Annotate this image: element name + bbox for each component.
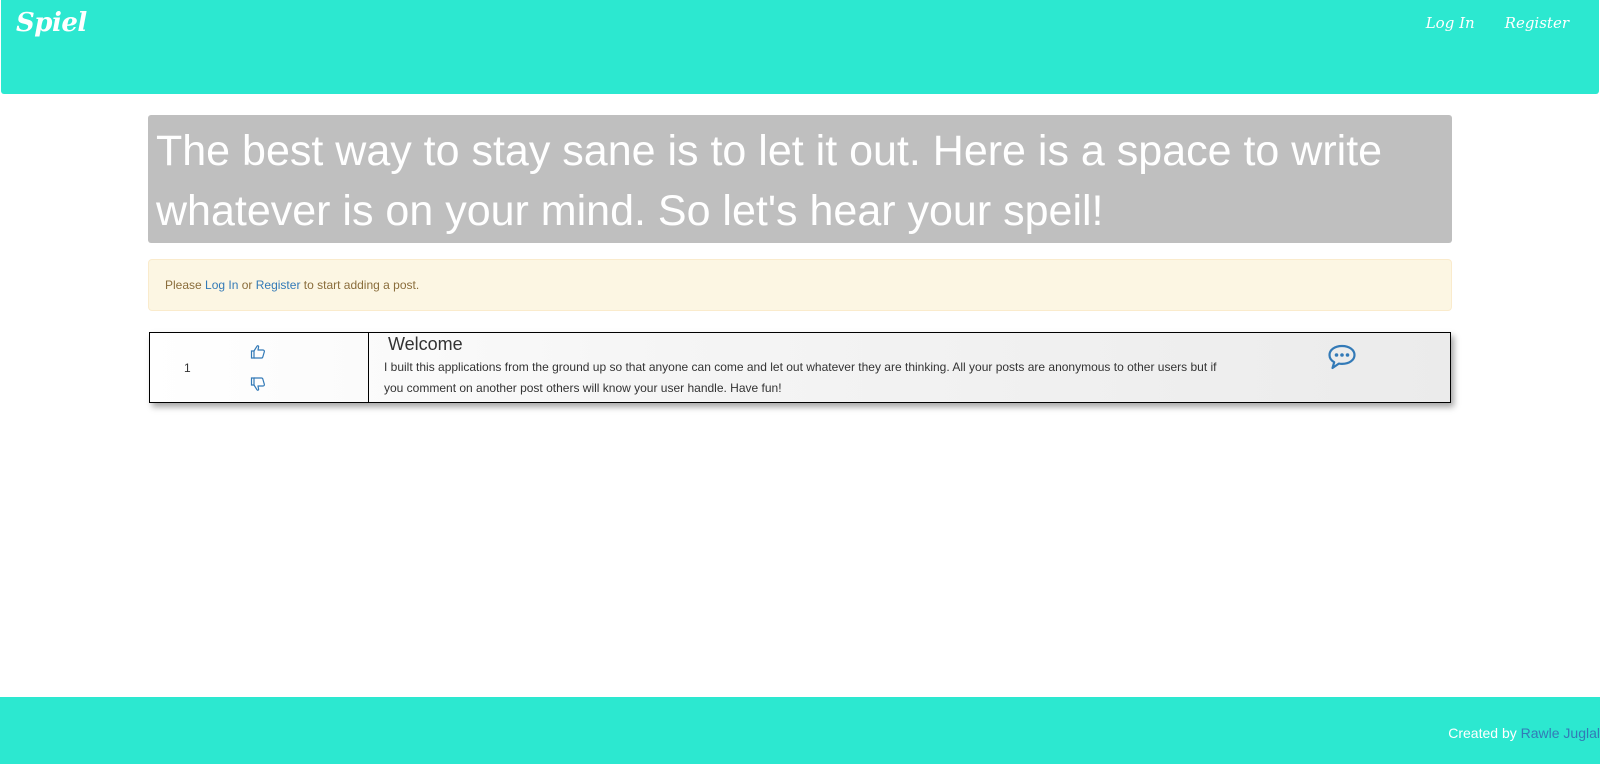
vote-count: 1 bbox=[184, 361, 191, 375]
brand-logo[interactable]: Spiel bbox=[16, 8, 87, 38]
alert-middle: or bbox=[238, 278, 256, 292]
post-body: I built this applications from the groun… bbox=[384, 360, 1217, 395]
hero-banner: The best way to stay sane is to let it o… bbox=[148, 115, 1452, 243]
footer-prefix: Created by bbox=[1448, 725, 1521, 741]
nav-login-link[interactable]: Log In bbox=[1426, 14, 1475, 32]
footer: Created by Rawle Juglal bbox=[0, 697, 1600, 764]
alert-login-link[interactable]: Log In bbox=[205, 278, 238, 292]
alert-register-link[interactable]: Register bbox=[256, 278, 301, 292]
hero-text: The best way to stay sane is to let it o… bbox=[156, 127, 1383, 235]
footer-credit: Created by Rawle Juglal bbox=[1448, 725, 1600, 741]
thumbs-down-icon[interactable] bbox=[250, 376, 266, 392]
post-card: 1 Welcome I built this applications from… bbox=[149, 332, 1451, 403]
footer-author-link[interactable]: Rawle Juglal bbox=[1521, 725, 1600, 741]
login-alert: Please Log In or Register to start addin… bbox=[148, 259, 1452, 311]
thumbs-up-icon[interactable] bbox=[250, 344, 266, 360]
comment-bubble-icon[interactable] bbox=[1327, 343, 1357, 371]
nav-links: Log In Register bbox=[1426, 14, 1569, 32]
post-title: Welcome bbox=[388, 334, 463, 354]
alert-suffix: to start adding a post. bbox=[300, 278, 420, 292]
vote-column: 1 bbox=[150, 333, 369, 402]
navbar: Spiel Log In Register bbox=[1, 0, 1599, 94]
alert-prefix: Please bbox=[165, 278, 206, 292]
nav-register-link[interactable]: Register bbox=[1505, 14, 1569, 32]
